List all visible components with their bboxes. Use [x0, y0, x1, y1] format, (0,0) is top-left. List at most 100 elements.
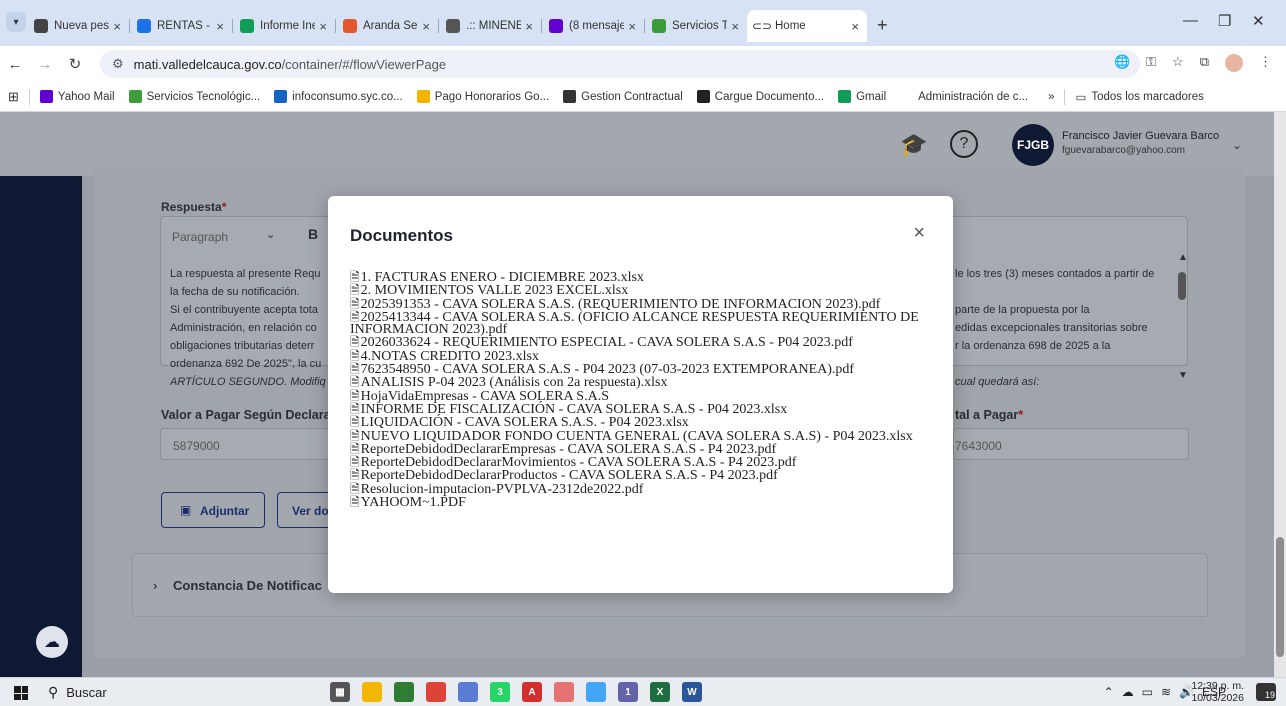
- teams-icon[interactable]: 1: [618, 682, 638, 702]
- site-settings-icon[interactable]: ⚙: [112, 56, 124, 72]
- document-link[interactable]: 🗎1. FACTURAS ENERO - DICIEMBRE 2023.xlsx: [350, 271, 930, 285]
- tab-5[interactable]: (8 mensajes×: [541, 10, 644, 42]
- new-tab-button[interactable]: +: [877, 15, 888, 36]
- restore-icon[interactable]: ❐: [1218, 12, 1231, 30]
- task-view-icon[interactable]: ▦: [330, 682, 350, 702]
- url-input[interactable]: ⚙ mati.valledelcauca.gov.co/container/#/…: [100, 50, 1140, 78]
- acrobat-icon[interactable]: A: [522, 682, 542, 702]
- tab-2[interactable]: Informe Inex×: [232, 10, 335, 42]
- tab-4[interactable]: .:: MINENER×: [438, 10, 541, 42]
- bookmark-item[interactable]: Administración de c...: [900, 90, 1028, 103]
- close-window-icon[interactable]: ✕: [1252, 12, 1265, 30]
- bookmarks-overflow[interactable]: »: [1048, 91, 1054, 103]
- notifications-button[interactable]: 19: [1256, 683, 1276, 701]
- document-link[interactable]: 🗎2025391353 - CAVA SOLERA S.A.S. (REQUER…: [350, 296, 930, 311]
- document-link[interactable]: 🗎HojaVidaEmpresas - CAVA SOLERA S.A.S: [350, 389, 930, 403]
- whatsapp-icon[interactable]: 3: [490, 682, 510, 702]
- close-tab-icon[interactable]: ×: [113, 19, 121, 34]
- file-explorer-icon[interactable]: [362, 682, 382, 702]
- close-tab-icon[interactable]: ×: [628, 19, 636, 34]
- document-link[interactable]: 🗎ReporteDebidodDeclararProductos - CAVA …: [350, 469, 930, 483]
- document-link[interactable]: 🗎2026033624 - REQUERIMIENTO ESPECIAL - C…: [350, 336, 930, 350]
- translate-icon[interactable]: 🌐: [1114, 54, 1130, 72]
- document-link[interactable]: 🗎ANALISIS P-04 2023 (Análisis con 2a res…: [350, 376, 930, 390]
- bookmark-item[interactable]: infoconsumo.syc.co...: [274, 90, 403, 103]
- close-tab-icon[interactable]: ×: [216, 19, 224, 34]
- scroll-down-icon[interactable]: ▼: [1178, 370, 1188, 381]
- all-bookmarks-link[interactable]: Todos los marcadores: [1091, 91, 1204, 103]
- battery-icon[interactable]: ▭: [1142, 685, 1153, 699]
- adjuntar-button[interactable]: ▣ Adjuntar: [161, 492, 265, 528]
- apps-grid-icon[interactable]: ⊞: [8, 89, 19, 105]
- response-line: ARTÍCULO SEGUNDO. Modifiq: [170, 376, 326, 388]
- file-icon: 🗎: [350, 296, 360, 311]
- bookmark-item[interactable]: Cargue Documento...: [696, 90, 824, 103]
- clock[interactable]: 12:39 p. m. 10/03/2026: [1191, 680, 1244, 704]
- document-link[interactable]: 🗎NUEVO LIQUIDADOR FONDO CUENTA GENERAL (…: [350, 429, 930, 443]
- cloud-icon[interactable]: ☁: [1122, 685, 1134, 699]
- page-scrollbar[interactable]: [1274, 112, 1286, 677]
- password-key-icon[interactable]: ⚿: [1146, 54, 1156, 72]
- chevron-down-icon[interactable]: ⌄: [1232, 138, 1242, 152]
- bookmark-item[interactable]: Servicios Tecnológic...: [128, 90, 260, 103]
- windows-start-icon[interactable]: [14, 686, 28, 700]
- chevron-up-icon[interactable]: ⌃: [1104, 685, 1114, 699]
- document-link[interactable]: 🗎4.NOTAS CREDITO 2023.xlsx: [350, 349, 930, 363]
- document-link[interactable]: 🗎2025413344 - CAVA SOLERA S.A.S. (OFICIO…: [350, 310, 930, 336]
- document-link[interactable]: 🗎2. MOVIMIENTOS VALLE 2023 EXCEL.xlsx: [350, 284, 930, 298]
- extensions-icon[interactable]: ⧉: [1200, 54, 1209, 72]
- minimize-icon[interactable]: —: [1183, 12, 1198, 29]
- taskbar-search[interactable]: ⚲ Buscar: [48, 681, 263, 704]
- paragraph-select[interactable]: Paragraph: [172, 230, 228, 244]
- editor-scrollbar[interactable]: [1178, 272, 1186, 300]
- tab-favicon-icon: [137, 19, 151, 33]
- document-link[interactable]: 🗎YAHOOM~1.PDF: [350, 495, 930, 510]
- app-8-icon[interactable]: [554, 682, 574, 702]
- document-link[interactable]: 🗎Resolucion-imputacion-PVPLVA-2312de2022…: [350, 482, 930, 496]
- back-icon[interactable]: ←: [0, 56, 30, 73]
- tab-1[interactable]: RENTAS - GC ×: [129, 10, 232, 42]
- app-9-icon[interactable]: [586, 682, 606, 702]
- bookmark-favicon-icon: [274, 90, 288, 103]
- app-5-icon[interactable]: [458, 682, 478, 702]
- bookmarks-bar: ⊞ Yahoo Mail Servicios Tecnológic... infoc…: [0, 82, 1286, 112]
- bookmark-item[interactable]: Pago Honorarios Go...: [416, 90, 549, 103]
- bookmark-item[interactable]: Yahoo Mail: [39, 90, 115, 103]
- scrollbar-thumb[interactable]: [1276, 537, 1284, 657]
- document-link[interactable]: 🗎ReporteDebidodDeclararMovimientos - CAV…: [350, 456, 930, 470]
- scroll-up-icon[interactable]: ▲: [1178, 252, 1188, 263]
- word-icon[interactable]: W: [682, 682, 702, 702]
- bookmark-item[interactable]: Gestion Contractual: [563, 90, 683, 103]
- close-tab-icon[interactable]: ×: [422, 19, 430, 34]
- file-icon: 🗎: [350, 495, 360, 510]
- tab-3[interactable]: Aranda Serv ×: [335, 10, 438, 42]
- tab-6[interactable]: Servicios Tec×: [644, 10, 747, 42]
- close-tab-icon[interactable]: ×: [525, 19, 533, 34]
- close-tab-icon[interactable]: ×: [731, 19, 739, 34]
- help-icon[interactable]: ?: [950, 130, 978, 158]
- reload-icon[interactable]: ↻: [60, 55, 90, 73]
- close-icon[interactable]: ×: [913, 222, 925, 245]
- document-link[interactable]: 🗎ReporteDebidodDeclararEmpresas - CAVA S…: [350, 442, 930, 456]
- bold-button[interactable]: B: [308, 226, 318, 242]
- bookmark-label: Yahoo Mail: [57, 90, 115, 103]
- forward-icon[interactable]: →: [30, 56, 60, 73]
- app-store-icon[interactable]: [394, 682, 414, 702]
- close-tab-icon[interactable]: ×: [319, 19, 327, 34]
- avatar[interactable]: FJGB: [1012, 124, 1054, 166]
- chrome-icon[interactable]: [426, 682, 446, 702]
- excel-icon[interactable]: X: [650, 682, 670, 702]
- bookmark-star-icon[interactable]: ☆: [1172, 54, 1184, 72]
- cloud-logo-icon[interactable]: ☁: [36, 626, 68, 658]
- document-link[interactable]: 🗎7623548950 - CAVA SOLERA S.A.S - P04 20…: [350, 363, 930, 377]
- bookmark-item[interactable]: Gmail: [838, 90, 886, 103]
- menu-icon[interactable]: ⋮: [1259, 54, 1272, 72]
- tab-0[interactable]: Nueva pesta ×: [26, 10, 129, 42]
- document-link[interactable]: 🗎LIQUIDACIÓN - CAVA SOLERA S.A.S. - P04 …: [350, 416, 930, 430]
- profile-avatar[interactable]: [1225, 54, 1243, 72]
- close-tab-icon[interactable]: ×: [851, 19, 859, 34]
- wifi-icon[interactable]: ≋: [1161, 685, 1171, 699]
- tab-home[interactable]: ⊂⊃ Home ×: [747, 10, 867, 42]
- graduation-cap-icon[interactable]: 🎓: [900, 132, 927, 158]
- tab-search-dropdown-icon[interactable]: ▾: [6, 12, 26, 32]
